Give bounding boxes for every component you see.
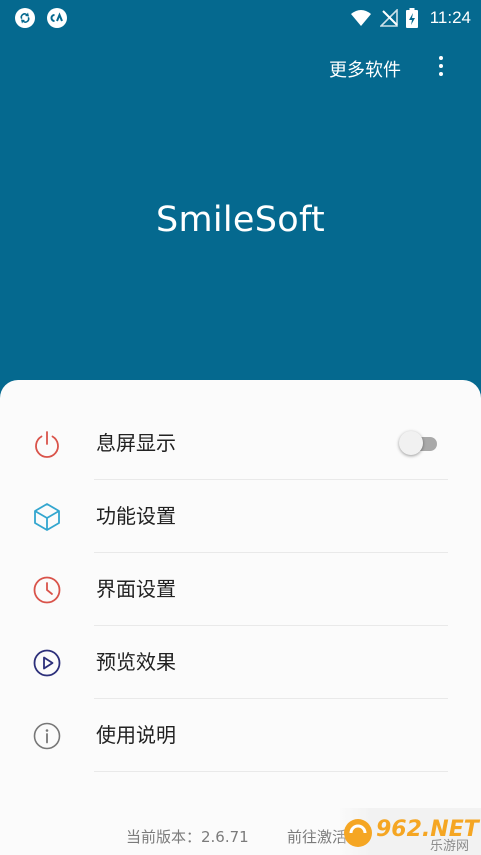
version-text: 当前版本：2.6.71 bbox=[126, 828, 249, 846]
watermark: 962.NET 乐游网 bbox=[340, 808, 481, 855]
menu-item-function-settings[interactable]: 功能设置 bbox=[0, 480, 481, 553]
play-icon bbox=[33, 649, 61, 677]
watermark-logo: 962.NET 乐游网 bbox=[344, 817, 481, 853]
status-bar: 11:24 bbox=[0, 0, 481, 36]
sync-icon bbox=[15, 8, 35, 28]
menu-item-instructions[interactable]: 使用说明 bbox=[0, 699, 481, 772]
menu-item-label: 预览效果 bbox=[96, 650, 176, 674]
info-icon bbox=[33, 722, 61, 750]
menu-item-preview[interactable]: 预览效果 bbox=[0, 626, 481, 699]
settings-sheet: 息屏显示 功能设置 界面设置 预览效果 使用说明 bbox=[0, 380, 481, 855]
clock-icon bbox=[33, 576, 61, 604]
status-time: 11:24 bbox=[429, 8, 471, 27]
no-signal-icon bbox=[379, 9, 398, 27]
status-bar-left bbox=[14, 7, 68, 29]
cube-icon bbox=[34, 503, 60, 531]
menu-item-aod[interactable]: 息屏显示 bbox=[0, 407, 481, 480]
menu-item-label: 界面设置 bbox=[96, 577, 176, 601]
more-software-button[interactable]: 更多软件 bbox=[329, 56, 401, 82]
divider bbox=[94, 771, 448, 772]
activate-link[interactable]: 前往激活 bbox=[287, 826, 347, 847]
aod-toggle[interactable] bbox=[399, 431, 437, 455]
top-bar: 更多软件 bbox=[0, 48, 481, 88]
more-vert-icon[interactable] bbox=[431, 52, 451, 84]
status-bar-right: 11:24 bbox=[350, 6, 471, 30]
app-title: SmileSoft bbox=[155, 200, 326, 240]
menu-item-label: 功能设置 bbox=[96, 504, 176, 528]
cloud-app-icon bbox=[47, 8, 67, 28]
battery-charging-icon bbox=[405, 8, 418, 28]
power-icon bbox=[35, 431, 59, 458]
wifi-icon bbox=[350, 10, 371, 26]
menu-item-ui-settings[interactable]: 界面设置 bbox=[0, 553, 481, 626]
menu-item-label: 使用说明 bbox=[96, 723, 176, 747]
menu-item-label: 息屏显示 bbox=[96, 431, 176, 455]
watermark-subtext: 乐游网 bbox=[430, 839, 469, 853]
